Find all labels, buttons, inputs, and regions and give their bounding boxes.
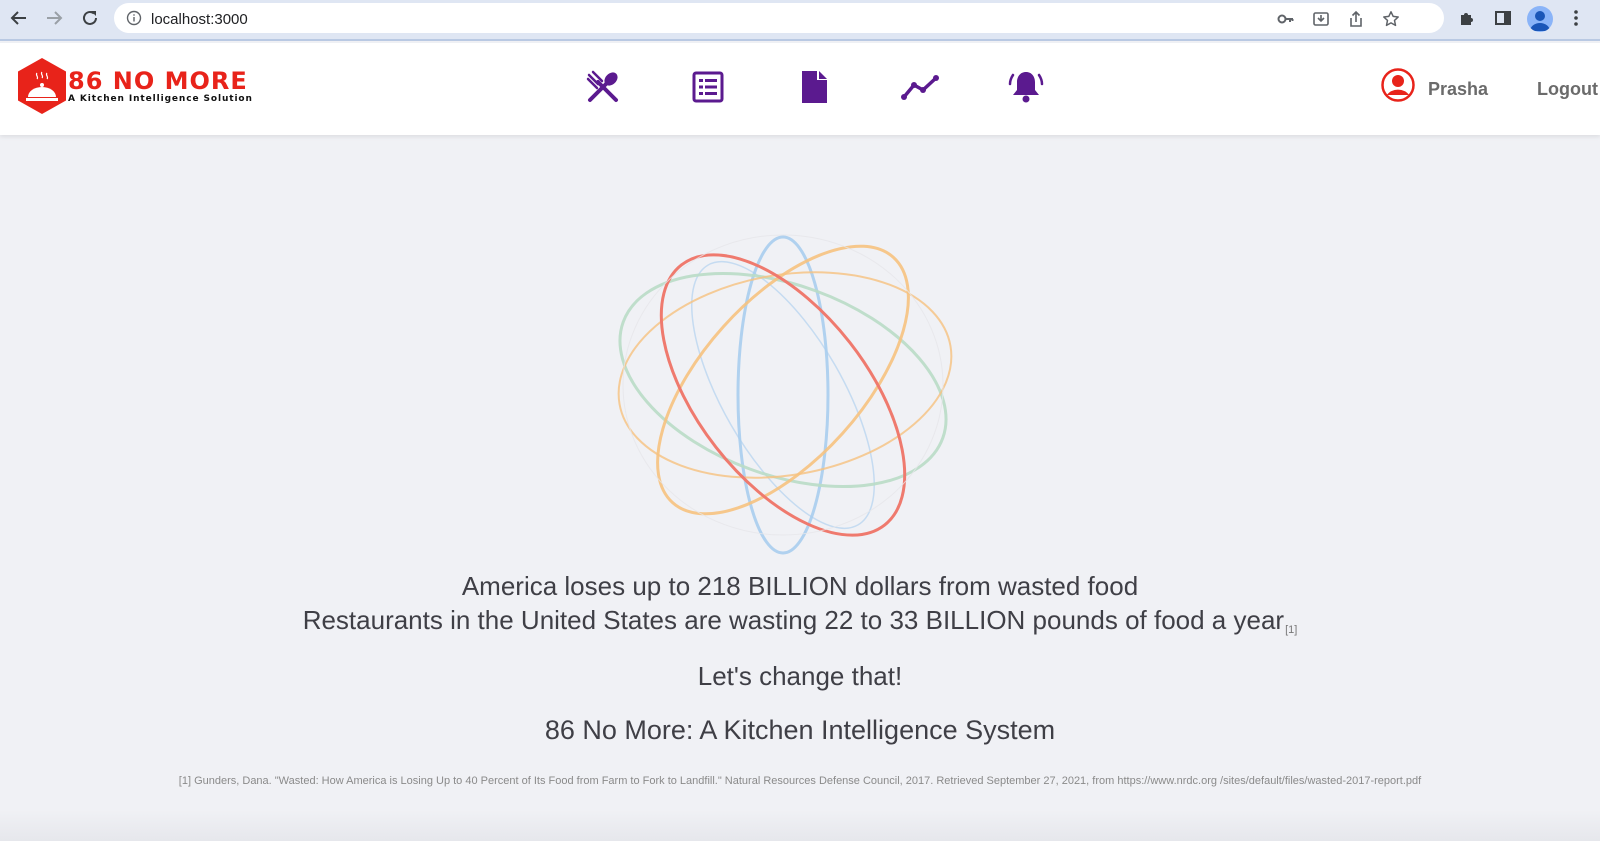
address-bar[interactable]: localhost:3000 [114, 3, 1444, 33]
stat-headline: America loses up to 218 BILLION dollars … [461, 571, 1139, 601]
utensils-icon[interactable] [581, 65, 625, 109]
app-header: 86 NO MORE A Kitchen Intelligence Soluti… [0, 43, 1600, 135]
key-icon[interactable] [1275, 8, 1297, 30]
list-icon[interactable] [686, 65, 730, 109]
brand-tagline: A Kitchen Intelligence Solution [68, 94, 253, 104]
reload-icon[interactable] [78, 6, 102, 30]
brand-name: 86 NO MORE [68, 67, 248, 95]
stat-subheadline-text: Restaurants in the United States are was… [302, 605, 1285, 635]
profile-avatar-icon[interactable] [1527, 6, 1553, 32]
orbit-animation [617, 234, 953, 555]
footnote-marker[interactable]: [1] [1285, 624, 1297, 636]
user-name[interactable]: Prasha [1428, 79, 1488, 100]
url-text[interactable]: localhost:3000 [151, 11, 248, 28]
footer-shade [0, 810, 1600, 841]
file-icon[interactable] [792, 65, 836, 109]
stat-subheadline: Restaurants in the United States are was… [0, 605, 1600, 636]
citation-text: [1] Gunders, Dana. "Wasted: How America … [178, 775, 1422, 787]
trend-chart-icon[interactable] [898, 65, 942, 109]
side-panel-icon[interactable] [1491, 6, 1515, 30]
browser-toolbar: localhost:3000 [0, 0, 1600, 41]
logout-button[interactable]: Logout [1537, 79, 1598, 100]
system-title: 86 No More: A Kitchen Intelligence Syste… [544, 715, 1056, 745]
install-icon[interactable] [1310, 8, 1332, 30]
extensions-puzzle-icon[interactable] [1455, 6, 1479, 30]
forward-arrow-icon[interactable] [42, 6, 66, 30]
menu-kebab-icon[interactable] [1564, 6, 1588, 30]
call-to-action: Let's change that! [697, 661, 903, 691]
bookmark-star-icon[interactable] [1380, 8, 1402, 30]
hexagon-cloche-icon [18, 58, 66, 114]
share-icon[interactable] [1345, 8, 1367, 30]
site-info-icon[interactable] [126, 10, 142, 31]
bell-icon[interactable] [1004, 65, 1048, 109]
user-avatar-icon[interactable] [1381, 68, 1415, 102]
back-arrow-icon[interactable] [7, 6, 31, 30]
brand-logo[interactable]: 86 NO MORE A Kitchen Intelligence Soluti… [16, 57, 252, 117]
